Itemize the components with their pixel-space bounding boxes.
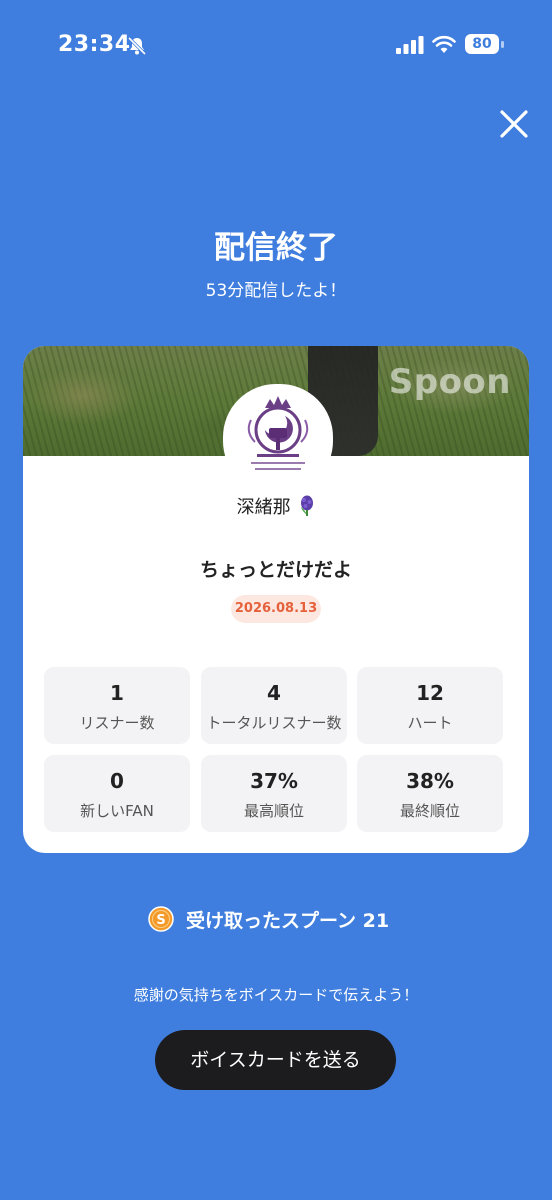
- broadcast-summary-card: Spoon 深緒那 ちょっとだけだよ 2026.08.13 1 リスナー数 4 …: [23, 346, 529, 853]
- username-row: 深緒那: [23, 493, 529, 519]
- stat-value: 37%: [250, 769, 298, 793]
- stat-final-rank: 38% 最終順位: [357, 755, 503, 832]
- date-badge: 2026.08.13: [231, 595, 321, 623]
- username: 深緒那: [236, 497, 291, 518]
- wifi-icon: [432, 35, 456, 53]
- stat-listeners: 1 リスナー数: [44, 667, 190, 744]
- voice-card-hint: 感謝の気持ちをボイスカードで伝えよう！: [133, 986, 419, 1004]
- received-spoons: S 受け取ったスプーン 21: [0, 902, 552, 934]
- stat-value: 38%: [406, 769, 454, 793]
- avatar-emblem: [225, 386, 331, 492]
- stat-hearts: 12 ハート: [357, 667, 503, 744]
- battery-icon: 80: [465, 34, 505, 56]
- bell-slash-icon: [127, 36, 147, 56]
- close-icon[interactable]: [494, 104, 534, 144]
- received-spoons-label: 受け取ったスプーン 21: [186, 910, 390, 932]
- battery-level: 80: [465, 34, 499, 54]
- battery-tip: [501, 41, 504, 48]
- stat-label: トータルリスナー数: [206, 714, 342, 732]
- stat-label: 新しいFAN: [80, 802, 154, 820]
- stat-value: 0: [110, 769, 124, 793]
- stat-total-listeners: 4 トータルリスナー数: [201, 667, 347, 744]
- stat-value: 1: [110, 681, 124, 705]
- spoon-coin-icon: S: [148, 906, 174, 932]
- stat-label: ハート: [407, 714, 453, 732]
- stat-new-fans: 0 新しいFAN: [44, 755, 190, 832]
- stat-label: 最高順位: [243, 802, 304, 820]
- spoon-logo: Spoon: [388, 362, 511, 402]
- svg-text:S: S: [156, 913, 165, 928]
- stat-highest-rank: 37% 最高順位: [201, 755, 347, 832]
- stat-label: 最終順位: [399, 802, 460, 820]
- status-bar: 23:34 80: [0, 0, 552, 92]
- send-voice-card-button[interactable]: ボイスカードを送る: [155, 1030, 396, 1090]
- page-subtitle: 53分配信したよ！: [205, 281, 347, 301]
- signal-icon: [396, 36, 424, 54]
- status-time: 23:34: [58, 32, 131, 57]
- stat-value: 4: [267, 681, 281, 705]
- stat-label: リスナー数: [79, 714, 155, 732]
- broadcast-title: ちょっとだけだよ: [199, 559, 352, 581]
- avatar[interactable]: [223, 384, 333, 494]
- page-title: 配信終了: [214, 230, 338, 266]
- stat-value: 12: [416, 681, 444, 705]
- hyacinth-icon: [301, 495, 314, 516]
